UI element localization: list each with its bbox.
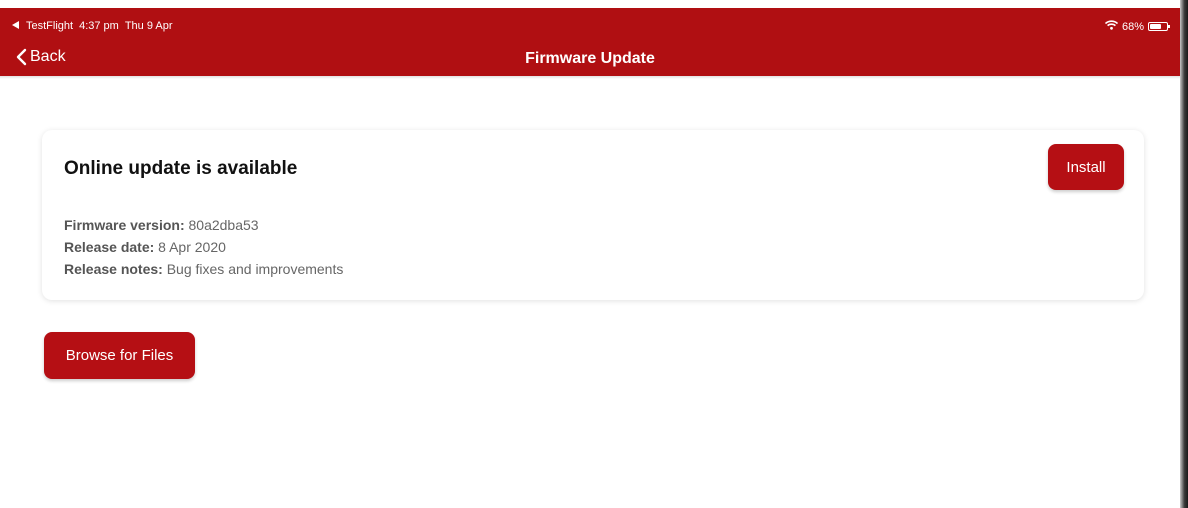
wifi-icon xyxy=(1104,20,1119,33)
release-notes-label: Release notes: xyxy=(64,261,163,277)
update-heading: Online update is available xyxy=(64,158,298,179)
navbar-shadow xyxy=(0,76,1180,79)
status-time: 4:37 pm xyxy=(79,20,119,32)
battery-fill xyxy=(1150,24,1161,29)
firmware-info: Firmware version: 80a2dba53 Release date… xyxy=(64,214,343,280)
page-title: Firmware Update xyxy=(525,50,655,67)
status-right: 68% xyxy=(1104,20,1170,33)
navigation-bar: TestFlight 4:37 pm Thu 9 Apr 68% Back Fi… xyxy=(0,8,1180,76)
battery-percent: 68% xyxy=(1121,20,1144,33)
release-date-label: Release date: xyxy=(64,239,155,255)
release-date-row: Release date: 8 Apr 2020 xyxy=(64,236,343,258)
firmware-version-value: 80a2dba53 xyxy=(188,217,259,233)
release-notes-value: Bug fixes and improvements xyxy=(166,261,344,277)
browse-files-button[interactable]: Browse for Files xyxy=(44,332,195,379)
update-card: Online update is available Install Firmw… xyxy=(42,130,1144,300)
app-screen: TestFlight 4:37 pm Thu 9 Apr 68% Back Fi… xyxy=(0,0,1180,508)
nav-row: Back Firmware Update xyxy=(0,42,1180,78)
status-left: TestFlight 4:37 pm Thu 9 Apr xyxy=(12,20,173,32)
install-button[interactable]: Install xyxy=(1048,144,1124,190)
back-triangle-icon[interactable] xyxy=(12,20,20,32)
status-bar: TestFlight 4:37 pm Thu 9 Apr 68% xyxy=(12,20,1170,36)
release-notes-row: Release notes: Bug fixes and improvement… xyxy=(64,258,343,280)
battery-icon xyxy=(1148,22,1170,31)
back-to-app-label[interactable]: TestFlight xyxy=(26,20,73,32)
firmware-version-label: Firmware version: xyxy=(64,217,185,233)
firmware-version-row: Firmware version: 80a2dba53 xyxy=(64,214,343,236)
screen-edge xyxy=(1180,0,1188,508)
status-date: Thu 9 Apr xyxy=(124,20,173,32)
release-date-value: 8 Apr 2020 xyxy=(158,239,226,255)
